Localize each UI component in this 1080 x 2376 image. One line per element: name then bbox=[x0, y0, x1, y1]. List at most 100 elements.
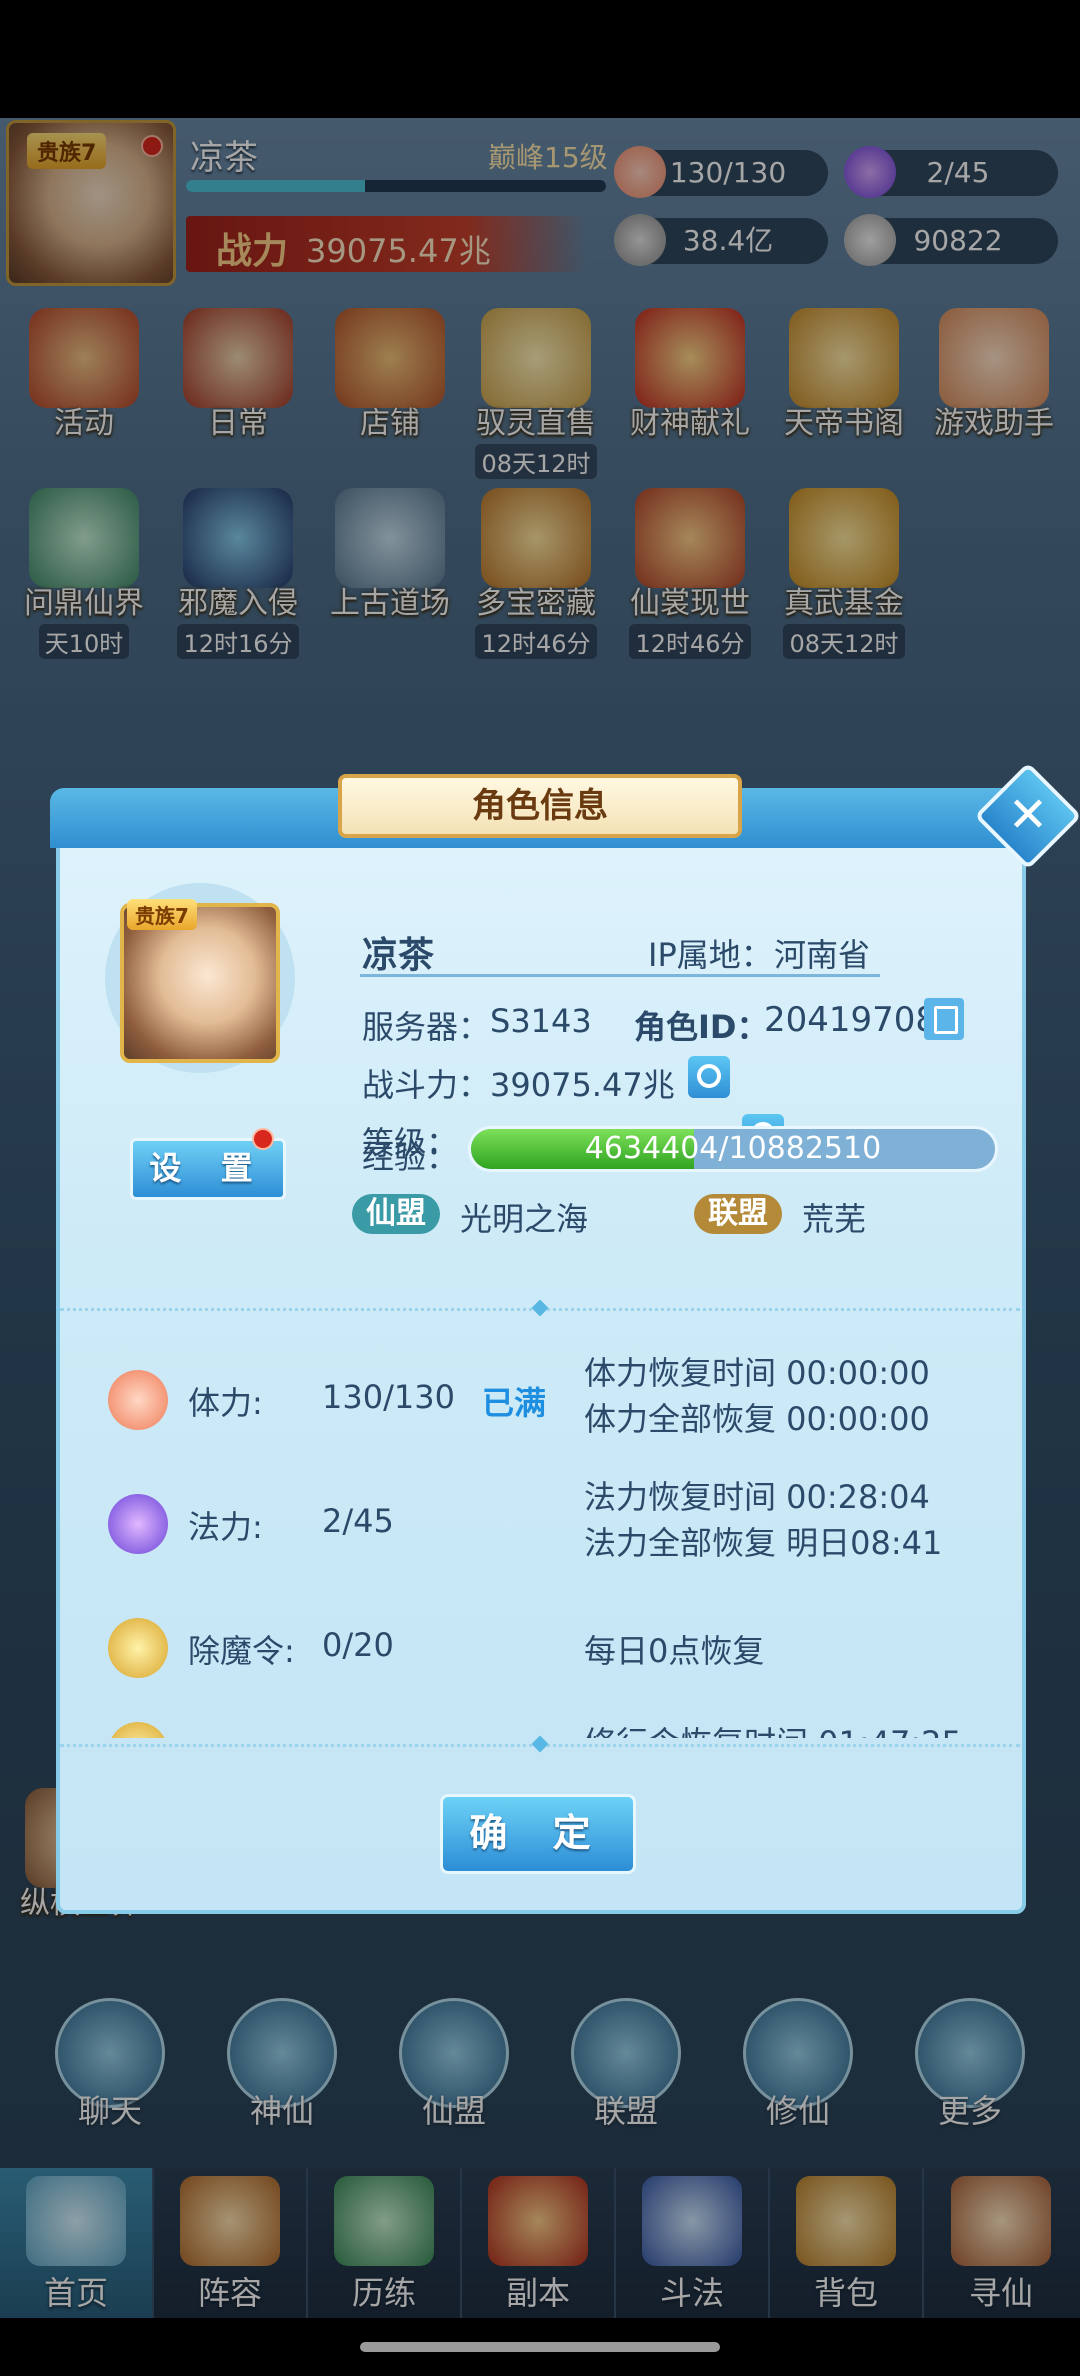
ip-value: 河南省 bbox=[774, 936, 871, 974]
guild-name: 光明之海 bbox=[460, 1200, 589, 1238]
copy-icon[interactable] bbox=[924, 998, 964, 1040]
game-helper-button[interactable]: 游戏助手 bbox=[924, 308, 1064, 442]
cultivate-button[interactable]: 修仙 bbox=[728, 1998, 868, 2132]
dress-icon bbox=[635, 488, 745, 588]
fund-icon bbox=[789, 488, 899, 588]
helper-icon bbox=[939, 308, 1049, 408]
demon-token-value: 0/20 bbox=[322, 1626, 394, 1664]
stamina-recover-time: 体力恢复时间 00:00:00 bbox=[584, 1354, 930, 1392]
spirit-sale-button[interactable]: 驭灵直售 08天12时 bbox=[466, 308, 606, 479]
mana-label: 法力: bbox=[188, 1508, 263, 1546]
guild-button[interactable]: 仙盟 bbox=[384, 1998, 524, 2132]
combat-power-banner: 战力 39075.47兆 bbox=[186, 216, 586, 272]
player-name: 凉茶 bbox=[190, 138, 258, 178]
vault-icon bbox=[481, 488, 591, 588]
avatar-noble-badge: 贵族7 bbox=[127, 899, 197, 930]
immortal-button[interactable]: 神仙 bbox=[212, 1998, 352, 2132]
practice-token-recover: 修行令恢复时间 01:47:25 bbox=[584, 1718, 962, 1738]
role-id-value: 20419708 bbox=[764, 1000, 938, 1040]
stamina-counter[interactable]: 130/130 bbox=[614, 146, 828, 198]
status-bar bbox=[0, 0, 1080, 118]
stamina-full-recover-time: 体力全部恢复 00:00:00 bbox=[584, 1400, 930, 1438]
demon-token-label: 除魔令: bbox=[188, 1632, 295, 1670]
token-icon bbox=[108, 1618, 168, 1678]
gourd-icon bbox=[334, 2176, 434, 2266]
tab-training[interactable]: 历练 bbox=[308, 2168, 462, 2318]
close-icon: ✕ bbox=[1007, 787, 1049, 843]
power-search-icon[interactable] bbox=[688, 1056, 730, 1098]
mountain-icon bbox=[29, 488, 139, 588]
player-portrait[interactable]: 贵族7 bbox=[6, 120, 176, 286]
tab-seek-immortal[interactable]: 寻仙 bbox=[924, 2168, 1078, 2318]
name-underline bbox=[360, 974, 880, 977]
shop-button[interactable]: 店铺 bbox=[320, 308, 460, 442]
mana-value: 2/45 bbox=[322, 1502, 394, 1540]
ingot-icon bbox=[844, 214, 896, 266]
main-tab-bar: 首页 阵容 历练 副本 斗法 背包 寻仙 bbox=[0, 2168, 1080, 2318]
tab-lineup[interactable]: 阵容 bbox=[154, 2168, 308, 2318]
demon-icon bbox=[183, 488, 293, 588]
tab-dungeon[interactable]: 副本 bbox=[462, 2168, 616, 2318]
sword-icon bbox=[642, 2176, 742, 2266]
drum-icon bbox=[29, 308, 139, 408]
combat-power-value: 39075.47兆 bbox=[490, 1066, 675, 1104]
ip-label: IP属地： bbox=[648, 936, 773, 974]
guild-tag: 仙盟 bbox=[352, 1194, 440, 1234]
coin-counter[interactable]: 38.4亿 bbox=[614, 214, 828, 266]
game-screen: 贵族7 凉茶 巅峰15级 战力 39075.47兆 130/130 2/45 3… bbox=[0, 118, 1080, 2318]
demon-invasion-button[interactable]: 邪魔入侵 12时16分 bbox=[168, 488, 308, 659]
peach-icon bbox=[614, 146, 666, 198]
peach-icon bbox=[108, 1370, 168, 1430]
zhenwu-fund-button[interactable]: 真武基金 08天12时 bbox=[774, 488, 914, 659]
wealth-god-icon bbox=[635, 308, 745, 408]
mana-flame-icon bbox=[844, 146, 896, 198]
character-name: 凉茶 bbox=[362, 935, 435, 976]
role-id-label: 角色ID： bbox=[634, 1008, 769, 1046]
exp-progress-bar: 4634404/10882510 bbox=[468, 1126, 998, 1172]
settings-notification-dot bbox=[252, 1128, 274, 1150]
player-exp-bar bbox=[186, 180, 606, 192]
server-value: S3143 bbox=[490, 1002, 592, 1040]
alliance-button[interactable]: 联盟 bbox=[556, 1998, 696, 2132]
more-button[interactable]: 更多 bbox=[900, 1998, 1040, 2132]
confirm-button[interactable]: 确 定 bbox=[440, 1794, 636, 1874]
demon-token-recover: 每日0点恢复 bbox=[584, 1632, 765, 1670]
map-scroll-icon bbox=[951, 2176, 1051, 2266]
daily-button[interactable]: 日常 bbox=[168, 308, 308, 442]
tab-home[interactable]: 首页 bbox=[0, 2168, 154, 2318]
activity-button[interactable]: 活动 bbox=[14, 308, 154, 442]
treasure-vault-button[interactable]: 多宝密藏 12时46分 bbox=[466, 488, 606, 659]
book-icon bbox=[789, 308, 899, 408]
mana-counter[interactable]: 2/45 bbox=[844, 146, 1058, 198]
ancient-dojo-button[interactable]: 上古道场 bbox=[320, 488, 460, 622]
chat-button[interactable]: 聊天 bbox=[40, 1998, 180, 2132]
gate-icon bbox=[488, 2176, 588, 2266]
treasure-icon bbox=[481, 308, 591, 408]
fairy-dress-button[interactable]: 仙裳现世 12时46分 bbox=[620, 488, 760, 659]
wealth-god-gift-button[interactable]: 财神献礼 bbox=[620, 308, 760, 442]
mana-full-recover-time: 法力全部恢复 明日08:41 bbox=[584, 1524, 943, 1562]
notification-dot bbox=[141, 135, 163, 157]
tab-duel[interactable]: 斗法 bbox=[616, 2168, 770, 2318]
character-info-dialog: 角色信息 ✕ 贵族7 设 置 凉茶 IP属地： 河南省 服务器： S3143 角… bbox=[50, 762, 1080, 1918]
clipped-row: 修行令恢复时间 01:47:25 bbox=[60, 1688, 1020, 1738]
stamina-value: 130/130 bbox=[322, 1378, 455, 1416]
heaven-library-button[interactable]: 天帝书阁 bbox=[774, 308, 914, 442]
home-indicator[interactable] bbox=[360, 2342, 720, 2352]
noble-badge: 贵族7 bbox=[27, 133, 107, 169]
stamina-label: 体力: bbox=[188, 1384, 263, 1422]
mana-recover-time: 法力恢复时间 00:28:04 bbox=[584, 1478, 930, 1516]
ingot-counter[interactable]: 90822 bbox=[844, 214, 1058, 266]
power-label: 战力 bbox=[216, 231, 289, 272]
practice-token-icon bbox=[108, 1722, 168, 1738]
bag-icon bbox=[796, 2176, 896, 2266]
tab-bag[interactable]: 背包 bbox=[770, 2168, 924, 2318]
exp-label: 经验： bbox=[362, 1138, 459, 1176]
player-level: 巅峰15级 bbox=[488, 141, 608, 174]
dojo-icon bbox=[335, 488, 445, 588]
character-avatar[interactable]: 贵族7 bbox=[105, 883, 295, 1073]
scroll-icon bbox=[183, 308, 293, 408]
cards-icon bbox=[180, 2176, 280, 2266]
ding-fairyland-button[interactable]: 问鼎仙界 天10时 bbox=[14, 488, 154, 659]
alliance-name: 荒芜 bbox=[802, 1200, 867, 1238]
